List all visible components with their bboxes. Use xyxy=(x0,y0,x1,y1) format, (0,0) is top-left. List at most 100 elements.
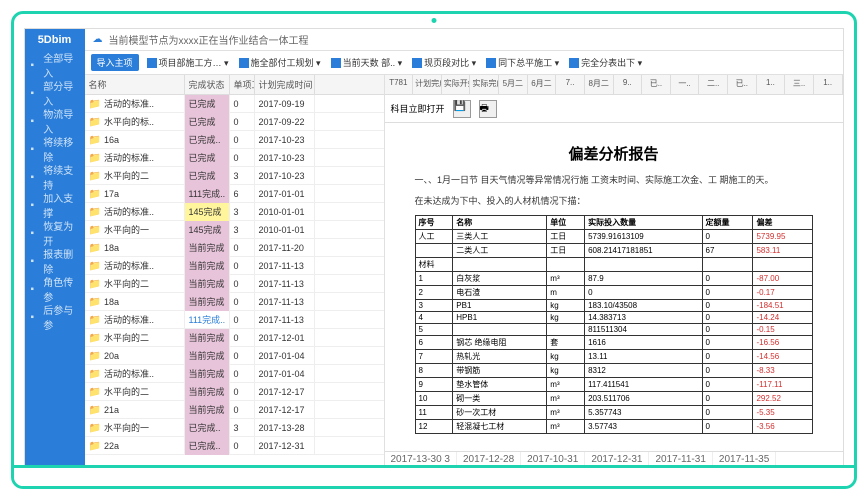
folder-icon: 📁 xyxy=(89,261,101,272)
report-table: 序号名称单位实际投入数量定额量偏差人工三类人工工日5739.9161310905… xyxy=(415,215,813,434)
report-cell xyxy=(753,258,812,272)
right-col-14: 三.. xyxy=(785,75,814,94)
nav-icon: ▪ xyxy=(31,228,40,238)
nav-item-4[interactable]: ▪将续支持 xyxy=(25,163,85,191)
table-row[interactable]: 📁水平向的二当前完成02017-12-17 xyxy=(85,383,384,401)
table-row[interactable]: 📁21a当前完成02017-12-17 xyxy=(85,401,384,419)
table-row[interactable]: 📁活动的标准..111完成..02017-11-13 xyxy=(85,311,384,329)
toolbar-icon xyxy=(486,58,496,68)
report-cell: 183.10/43508 xyxy=(585,300,702,312)
nav-label: 加入支撑 xyxy=(43,190,78,220)
report-desc1: 一、、1月一日节 目天气情况等异常情况行施 工资末时间、实际施工次金、工 期施工… xyxy=(415,174,813,187)
right-col-9: 已.. xyxy=(642,75,671,94)
folder-icon: 📁 xyxy=(89,189,101,200)
right-col-6: 7.. xyxy=(556,75,585,94)
toolbar-item-4[interactable]: 同下总平施工 ▾ xyxy=(486,56,559,69)
folder-icon: 📁 xyxy=(89,369,101,380)
report-cell: 0 xyxy=(702,286,753,300)
cell-date: 2010-01-01 xyxy=(255,221,315,239)
toolbar-item-3[interactable]: 现页段对比 ▾ xyxy=(412,56,476,69)
folder-icon: 📁 xyxy=(89,135,101,146)
table-row[interactable]: 📁活动的标准..当前完成02017-11-13 xyxy=(85,257,384,275)
grid-body[interactable]: 📁活动的标准..已完成02017-09-19📁水平向的标..已完成02017-0… xyxy=(85,95,384,469)
cell-date: 2017-11-13 xyxy=(255,311,315,329)
table-row[interactable]: 📁18a当前完成02017-11-13 xyxy=(85,293,384,311)
nav-label: 部分导入 xyxy=(43,78,78,108)
table-row[interactable]: 📁16a已完成..02017-10-23 xyxy=(85,131,384,149)
report-cell: 1 xyxy=(415,272,453,286)
cell-status: 111完成.. xyxy=(185,185,230,203)
toolbar-item-0[interactable]: 项目部施工方… ▾ xyxy=(147,56,229,69)
table-row[interactable]: 📁水平向的二当前完成02017-12-01 xyxy=(85,329,384,347)
nav-item-5[interactable]: ▪加入支撑 xyxy=(25,191,85,219)
report-cell: 9 xyxy=(415,378,453,392)
table-row[interactable]: 📁水平向的标..已完成02017-09-22 xyxy=(85,113,384,131)
report-cell: 0 xyxy=(702,392,753,406)
toolbar-item-1[interactable]: 施全部付工规划 ▾ xyxy=(239,56,321,69)
report-cell xyxy=(453,258,547,272)
nav-item-2[interactable]: ▪物流导入 xyxy=(25,107,85,135)
right-col-11: 二.. xyxy=(699,75,728,94)
report-cell xyxy=(702,258,753,272)
cell-name: 📁活动的标准.. xyxy=(85,149,185,167)
report-cell: 203.511706 xyxy=(585,392,702,406)
report-cell: 白灰浆 xyxy=(453,272,547,286)
report-cell: 带钢筋 xyxy=(453,364,547,378)
table-row[interactable]: 📁水平向的一145完成32010-01-01 xyxy=(85,221,384,239)
nav-item-0[interactable]: ▪全部导入 xyxy=(25,51,85,79)
nav-item-8[interactable]: ▪角色传参 xyxy=(25,275,85,303)
cell-n: 0 xyxy=(230,383,255,401)
report-cell: 0 xyxy=(702,420,753,434)
report-cell: 0 xyxy=(585,286,702,300)
table-row[interactable]: 📁20a当前完成02017-01-04 xyxy=(85,347,384,365)
cell-status: 当前完成 xyxy=(185,275,230,293)
table-row[interactable]: 📁水平向的一已完成..32017-13-28 xyxy=(85,419,384,437)
table-row[interactable]: 📁活动的标准..已完成02017-09-19 xyxy=(85,95,384,113)
nav-item-1[interactable]: ▪部分导入 xyxy=(25,79,85,107)
report-cell: 套 xyxy=(547,336,585,350)
nav-item-6[interactable]: ▪恢复为开 xyxy=(25,219,85,247)
cell-n: 3 xyxy=(230,419,255,437)
right-col-2: 实际开始 xyxy=(442,75,471,94)
cell-date: 2017-10-23 xyxy=(255,167,315,185)
print-icon[interactable]: 🖶 xyxy=(479,100,497,118)
report-cell: 人工 xyxy=(415,230,453,244)
table-row[interactable]: 📁17a111完成..62017-01-01 xyxy=(85,185,384,203)
table-row[interactable]: 📁18a当前完成02017-11-20 xyxy=(85,239,384,257)
report-row: 人工三类人工工日5739.9161310905739.95 xyxy=(415,230,812,244)
folder-icon: 📁 xyxy=(89,441,101,452)
table-row[interactable]: 📁活动的标准..当前完成02017-01-04 xyxy=(85,365,384,383)
cell-status: 145完成 xyxy=(185,203,230,221)
nav-item-7[interactable]: ▪报表删除 xyxy=(25,247,85,275)
nav-icon: ▪ xyxy=(31,312,40,322)
cell-date: 2017-11-13 xyxy=(255,293,315,311)
report-th: 实际投入数量 xyxy=(585,216,702,230)
report-cell: 7 xyxy=(415,350,453,364)
col-n: 单项工程 xyxy=(230,75,255,94)
folder-icon: 📁 xyxy=(89,351,101,362)
table-row[interactable]: 📁活动的标准..145完成32010-01-01 xyxy=(85,203,384,221)
cell-status: 当前完成 xyxy=(185,383,230,401)
import-button[interactable]: 导入主项 xyxy=(91,54,139,71)
report-cell: -0.15 xyxy=(753,324,812,336)
nav-item-3[interactable]: ▪将续移除 xyxy=(25,135,85,163)
save-icon[interactable]: 💾 xyxy=(453,100,471,118)
toolbar-item-5[interactable]: 完全分表出下 ▾ xyxy=(569,56,642,69)
folder-icon: 📁 xyxy=(89,243,101,254)
table-row[interactable]: 📁水平向的二当前完成02017-11-13 xyxy=(85,275,384,293)
cell-n: 0 xyxy=(230,95,255,113)
report-cell: 67 xyxy=(702,244,753,258)
report-cell xyxy=(453,324,547,336)
report-row: 2电石渣m00-0.17 xyxy=(415,286,812,300)
report-cell: 5.357743 xyxy=(585,406,702,420)
table-row[interactable]: 📁活动的标准..已完成02017-10-23 xyxy=(85,149,384,167)
cell-n: 0 xyxy=(230,365,255,383)
table-row[interactable]: 📁水平向的二已完成32017-10-23 xyxy=(85,167,384,185)
table-row[interactable]: 📁22a已完成..02017-12-31 xyxy=(85,437,384,455)
toolbar-item-2[interactable]: 当前天数 部.. ▾ xyxy=(331,56,403,69)
cell-n: 0 xyxy=(230,131,255,149)
nav-item-9[interactable]: ▪后参与参 xyxy=(25,303,85,331)
nav-label: 将续移除 xyxy=(43,134,78,164)
right-col-10: 一.. xyxy=(671,75,700,94)
report-cell: kg xyxy=(547,300,585,312)
